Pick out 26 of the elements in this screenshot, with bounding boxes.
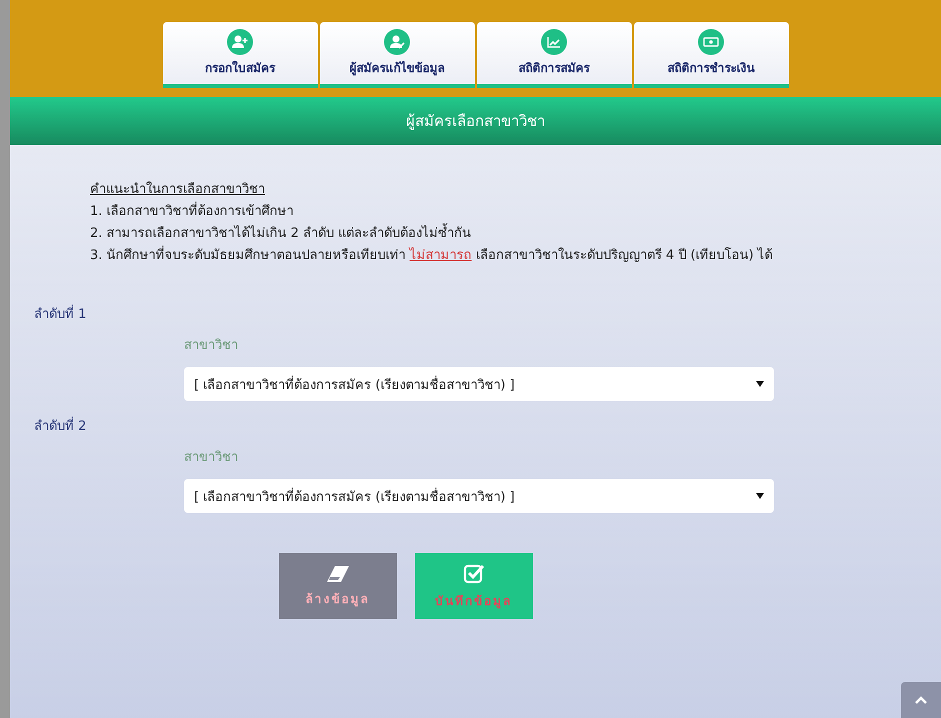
choice-title: ลำดับที่ 2 [34, 415, 941, 436]
banknote-icon [698, 29, 724, 55]
nav-tab[interactable]: ผู้สมัครแก้ไขข้อมูล [320, 22, 474, 88]
field-label: สาขาวิชา [184, 337, 239, 355]
checkbox-icon [462, 562, 484, 584]
major-select[interactable]: [ เลือกสาขาวิชาที่ต้องการสมัคร (เรียงตามชื่อสาขาวิชา) ] [184, 479, 774, 513]
major-select[interactable]: [ เลือกสาขาวิชาที่ต้องการสมัคร (เรียงตามชื่อสาขาวิชา) ] [184, 367, 774, 401]
user-edit-icon [384, 29, 410, 55]
section-header: ผู้สมัครเลือกสาขาวิชา [10, 97, 941, 145]
chart-icon [541, 29, 567, 55]
caret-icon [756, 381, 764, 387]
scroll-top-button[interactable] [901, 682, 941, 718]
field-label: สาขาวิชา [184, 449, 239, 467]
nav-tab[interactable]: สถิติการสมัคร [476, 22, 632, 88]
instruction-line: 3. นักศึกษาที่จบระดับมัธยมศึกษาตอนปลายหรือเทียบเท่า ไม่สามารถ เลือกสาขาวิชาในระดับปริญญาตรี 4 ปี (เทียบโอน) ได้ [90, 245, 881, 267]
eraser-icon [326, 564, 350, 582]
instruction-line: 1. เลือกสาขาวิชาที่ต้องการเข้าศึกษา [90, 201, 881, 223]
instruction-line: 2. สามารถเลือกสาขาวิชาได้ไม่เกิน 2 ลำดับ แต่ละลำดับต้องไม่ซ้ำกัน [90, 223, 881, 245]
user-plus-icon [227, 29, 253, 55]
nav-tab[interactable]: กรอกใบสมัคร [162, 22, 318, 88]
choice-title: ลำดับที่ 1 [34, 303, 941, 324]
caret-icon [756, 493, 764, 499]
warning-link[interactable]: ไม่สามารถ [410, 248, 472, 263]
caret-up-icon [915, 696, 927, 704]
nav-tab[interactable]: สถิติการชำระเงิน [634, 22, 788, 88]
instructions-title: คำแนะนำในการเลือกสาขาวิชา [90, 180, 266, 199]
